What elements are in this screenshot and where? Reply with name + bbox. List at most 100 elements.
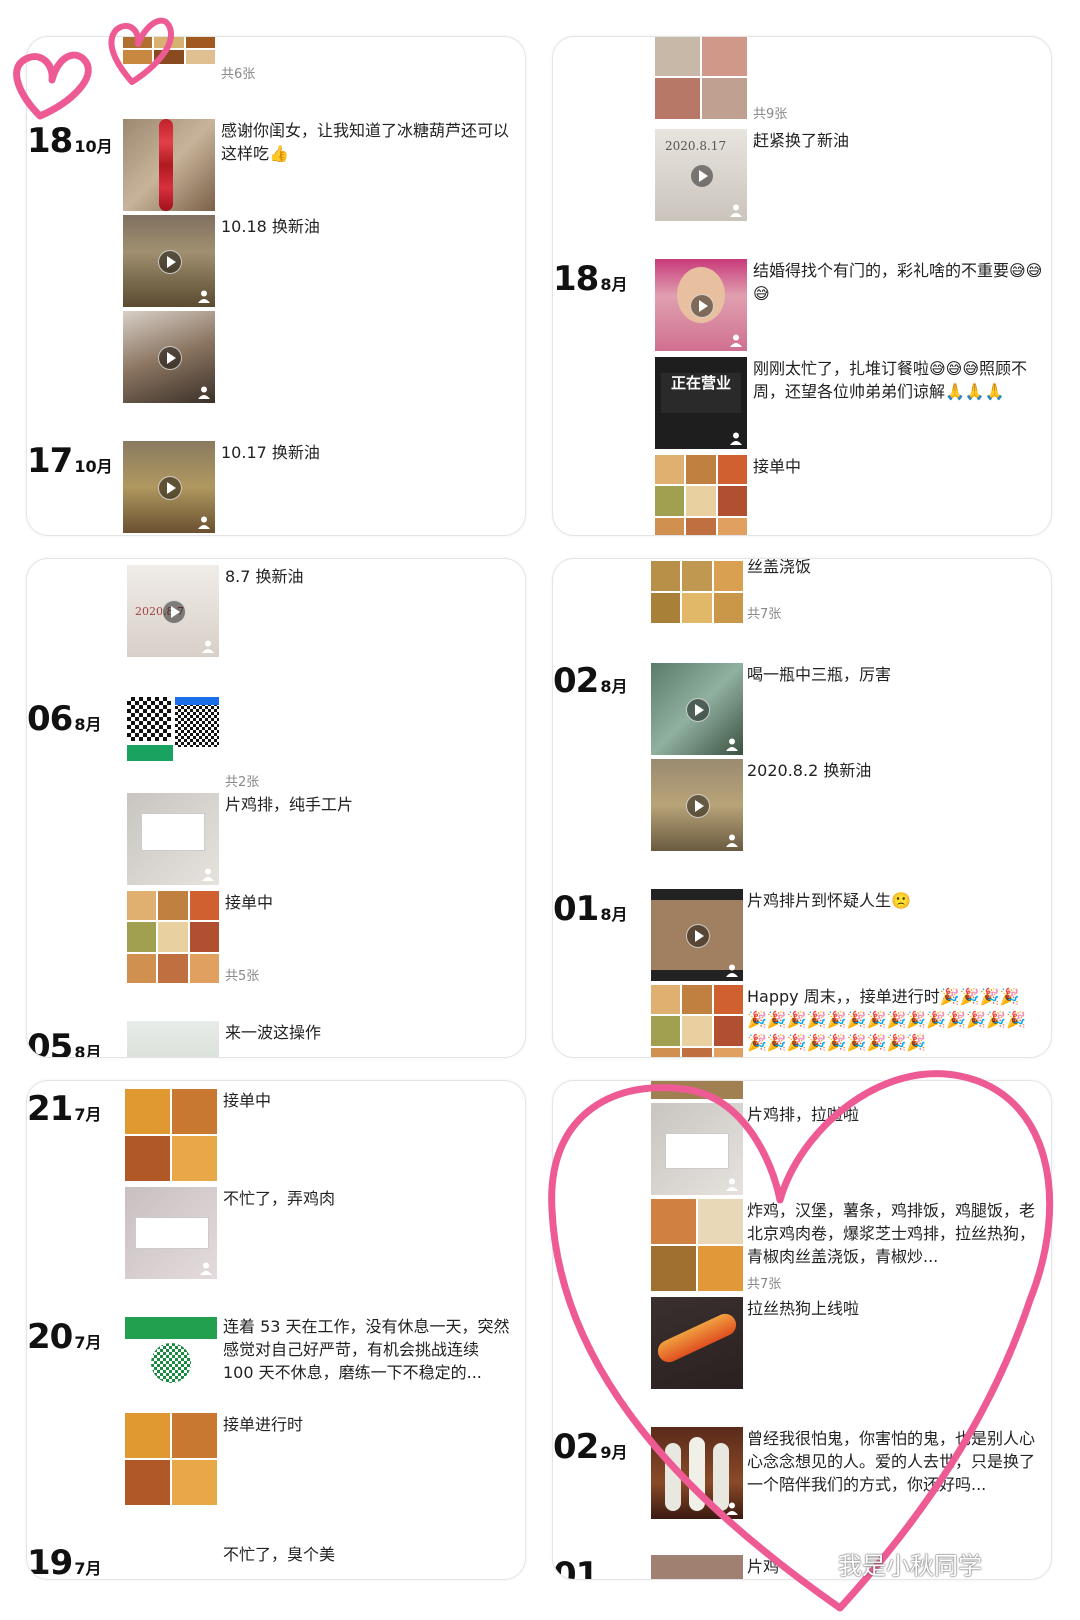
post-text: 片鸡排片到怀疑人生🙁 bbox=[747, 891, 911, 910]
play-icon bbox=[158, 476, 182, 500]
post-text: 接单中 bbox=[753, 457, 802, 476]
moments-panel-aug-06: 2020.8.7 8.7 换新油 06 8月 共2张 片鸡排，纯手工片 接单中 共… bbox=[26, 558, 526, 1058]
post-text: 不忙了，臭个美 bbox=[223, 1545, 336, 1564]
date-label: 17 10月 bbox=[27, 441, 113, 481]
video-thumbnail[interactable] bbox=[123, 441, 215, 533]
photo-thumbnail[interactable]: 正在营业 bbox=[655, 357, 747, 449]
video-thumbnail[interactable]: 2020.8.17 bbox=[655, 129, 747, 221]
photo-grid[interactable] bbox=[651, 1199, 743, 1291]
photo-count: 共5张 bbox=[225, 969, 260, 984]
post-text: 10.18 换新油 bbox=[221, 217, 320, 236]
user-icon bbox=[198, 516, 210, 529]
date-label: 20 7月 bbox=[27, 1317, 102, 1357]
play-icon bbox=[162, 600, 186, 624]
photo-thumbnail[interactable] bbox=[651, 1103, 743, 1195]
post-text: 来一波这操作 bbox=[225, 1023, 322, 1042]
photo-grid[interactable] bbox=[651, 559, 743, 623]
video-thumbnail[interactable] bbox=[655, 259, 747, 351]
user-icon bbox=[200, 1262, 212, 1275]
photo-thumbnail[interactable] bbox=[651, 1555, 743, 1579]
qr-code-image[interactable] bbox=[127, 697, 219, 789]
user-icon bbox=[730, 432, 742, 445]
play-icon bbox=[158, 250, 182, 274]
post-text: 结婚得找个有门的，彩礼啥的不重要😅😅😅 bbox=[753, 261, 1043, 303]
photo-grid[interactable] bbox=[125, 1413, 217, 1505]
user-icon bbox=[730, 334, 742, 347]
moments-panel-sep: 片鸡排，拉啦啦 炸鸡，汉堡，薯条，鸡排饭，鸡腿饭，老北京鸡肉卷，爆浆芝士鸡排，拉… bbox=[552, 1080, 1052, 1580]
user-icon bbox=[726, 964, 738, 977]
post-text: 丝盖浇饭 bbox=[747, 558, 812, 576]
post-text: 喝一瓶中三瓶，厉害 bbox=[747, 665, 892, 684]
date-label: 19 7月 bbox=[27, 1543, 102, 1580]
post-text: 接单中 bbox=[223, 1091, 272, 1110]
photo-count: 共2张 bbox=[225, 775, 260, 790]
date-label: 01 8月 bbox=[553, 889, 628, 929]
post-text: 接单进行时 bbox=[223, 1415, 304, 1434]
user-icon bbox=[202, 640, 214, 653]
photo-thumbnail[interactable] bbox=[651, 1297, 743, 1389]
photo-grid[interactable] bbox=[655, 455, 747, 535]
user-icon bbox=[726, 1502, 738, 1515]
date-label: 06 8月 bbox=[27, 699, 102, 739]
date-label: 21 7月 bbox=[27, 1089, 102, 1129]
moments-panel-jul: 21 7月 接单中 不忙了，弄鸡肉 20 7月 连着 53 天在工作，没有休息一天，… bbox=[26, 1080, 526, 1580]
post-text: 不忙了，弄鸡肉 bbox=[223, 1189, 336, 1208]
post-text: 曾经我很怕鬼，你害怕的鬼，也是别人心心念念想见的人。爱的人去世，只是换了一个陪伴… bbox=[747, 1429, 1036, 1494]
photo-grid[interactable] bbox=[651, 985, 743, 1057]
video-thumbnail[interactable] bbox=[123, 311, 215, 403]
post-text: Happy 周末，，接单进行时🎉🎉🎉🎉🎉🎉🎉🎉🎉🎉🎉🎉🎉🎉🎉🎉🎉🎉🎉🎉🎉🎉🎉🎉🎉… bbox=[747, 987, 1026, 1052]
date-label: 18 8月 bbox=[553, 259, 628, 299]
photo-thumbnail[interactable] bbox=[125, 1187, 217, 1279]
post-text: 感谢你闺女，让我知道了冰糖葫芦还可以这样吃👍 bbox=[221, 121, 510, 163]
video-thumbnail[interactable] bbox=[651, 889, 743, 981]
post-text: 炸鸡，汉堡，薯条，鸡排饭，鸡腿饭，老北京鸡肉卷，爆浆芝士鸡排，拉丝热狗，青椒肉丝… bbox=[747, 1201, 1036, 1266]
play-icon bbox=[686, 698, 710, 722]
wechat-icon bbox=[806, 1550, 835, 1572]
post-text: 片鸡排，拉啦啦 bbox=[747, 1105, 860, 1124]
photo-thumbnail[interactable] bbox=[127, 793, 219, 885]
photo-grid[interactable] bbox=[655, 37, 747, 119]
video-thumbnail[interactable] bbox=[651, 759, 743, 851]
moments-panel-aug-02: 丝盖浇饭 共7张 02 8月 喝一瓶中三瓶，厉害 2020.8.2 换新油 01 8… bbox=[552, 558, 1052, 1058]
moments-panel-oct: 共6张 18 10月 感谢你闺女，让我知道了冰糖葫芦还可以这样吃👍 10.18 换… bbox=[26, 36, 526, 536]
moments-panel-aug-18: 共9张 2020.8.17 赶紧换了新油 18 8月 结婚得找个有门的，彩礼啥的不… bbox=[552, 36, 1052, 536]
qr-code-image[interactable] bbox=[125, 1317, 217, 1409]
date-label: 01 bbox=[553, 1555, 599, 1580]
user-icon bbox=[198, 290, 210, 303]
post-text: 2020.8.2 换新油 bbox=[747, 761, 872, 780]
play-icon bbox=[686, 924, 710, 948]
photo-thumbnail[interactable] bbox=[123, 119, 215, 211]
date-label: 18 10月 bbox=[27, 121, 113, 161]
user-icon bbox=[730, 204, 742, 217]
post-text: 连着 53 天在工作，没有休息一天，突然感觉对自己好严苛，有机会挑战连续 100… bbox=[223, 1317, 510, 1382]
user-icon bbox=[726, 738, 738, 751]
photo-grid[interactable] bbox=[127, 891, 219, 983]
watermark-text: 我是小秋同学 bbox=[838, 1552, 982, 1580]
play-icon bbox=[690, 294, 714, 318]
photo-count: 共9张 bbox=[753, 107, 788, 122]
photo-count: 共6张 bbox=[221, 67, 256, 82]
date-label: 05 8月 bbox=[27, 1027, 102, 1058]
photo-grid[interactable] bbox=[125, 1089, 217, 1181]
play-icon bbox=[158, 346, 182, 370]
video-thumbnail[interactable] bbox=[651, 663, 743, 755]
play-icon bbox=[690, 164, 714, 188]
post-text: 拉丝热狗上线啦 bbox=[747, 1299, 860, 1318]
date-label: 02 9月 bbox=[553, 1427, 628, 1467]
post-text: 8.7 换新油 bbox=[225, 567, 304, 586]
video-thumbnail[interactable] bbox=[651, 1081, 743, 1099]
play-icon bbox=[686, 794, 710, 818]
video-thumbnail[interactable]: 2020.8.7 bbox=[127, 565, 219, 657]
post-text: 刚刚太忙了，扎堆订餐啦😅😅😅照顾不周，还望各位帅弟弟们谅解🙏🙏🙏 bbox=[753, 359, 1028, 401]
photo-thumbnail[interactable] bbox=[651, 1427, 743, 1519]
user-icon bbox=[726, 834, 738, 847]
photo-grid[interactable] bbox=[123, 37, 215, 79]
video-thumbnail[interactable] bbox=[123, 215, 215, 307]
user-icon bbox=[198, 386, 210, 399]
photo-count: 共7张 bbox=[747, 607, 782, 622]
post-text: 片鸡排，纯手工片 bbox=[225, 795, 354, 814]
post-text: 赶紧换了新油 bbox=[753, 131, 850, 150]
photo-count: 共7张 bbox=[747, 1277, 782, 1292]
photo-thumbnail[interactable] bbox=[127, 1021, 219, 1057]
post-text: 10.17 换新油 bbox=[221, 443, 320, 462]
